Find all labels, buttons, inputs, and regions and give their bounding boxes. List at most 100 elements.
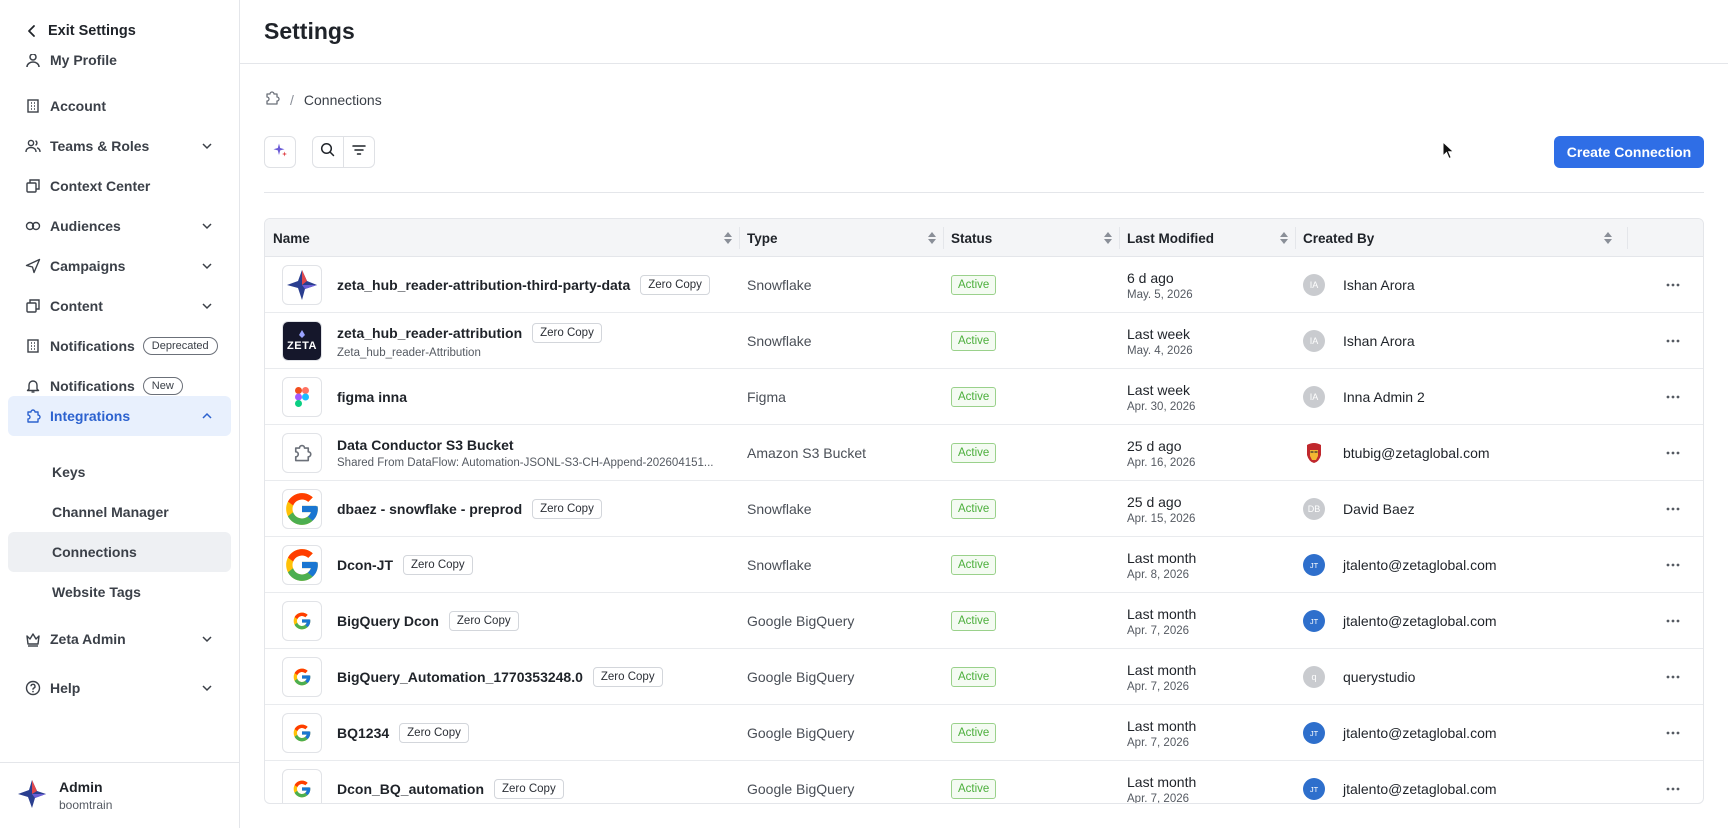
avatar: JT <box>1303 610 1325 632</box>
sort-icon <box>1280 232 1288 244</box>
created-by-cell: IA Ishan Arora <box>1303 257 1415 313</box>
connection-description: Shared From DataFlow: Automation-JSONL-S… <box>337 457 714 469</box>
connection-type: Figma <box>747 389 786 405</box>
connection-type: Snowflake <box>747 501 812 517</box>
filter-button[interactable] <box>344 137 374 167</box>
sort-icon <box>928 232 936 244</box>
exit-settings-button[interactable]: Exit Settings <box>22 20 136 42</box>
last-modified-date: Apr. 30, 2026 <box>1127 400 1196 413</box>
sidebar-subitem-website-tags[interactable]: Website Tags <box>8 572 231 612</box>
sidebar-subitem-channel-manager[interactable]: Channel Manager <box>8 492 231 532</box>
created-by-cell: JT jtalento@zetaglobal.com <box>1303 593 1497 649</box>
zero-copy-badge: Zero Copy <box>640 275 710 295</box>
more-options-icon[interactable] <box>1661 611 1685 631</box>
status-badge: Active <box>951 331 997 351</box>
column-header-label: Name <box>273 230 310 246</box>
connection-name[interactable]: Data Conductor S3 Bucket <box>337 437 514 453</box>
zero-copy-badge: Zero Copy <box>592 667 663 687</box>
sidebar-item-context-center[interactable]: Context Center <box>8 166 231 206</box>
connections-table: Name Type Status Last Modified Created B… <box>264 218 1704 804</box>
bell-icon <box>24 377 42 395</box>
zero-copy-badge: Zero Copy <box>448 611 519 631</box>
more-options-icon[interactable] <box>1661 331 1685 351</box>
status-cell: Active <box>951 313 997 369</box>
last-modified-cell: Last week May. 4, 2026 <box>1127 313 1193 369</box>
sort-icon <box>1604 232 1612 244</box>
context-icon <box>24 177 42 195</box>
zero-copy-badge: Zero Copy <box>399 723 469 743</box>
sidebar-item-help[interactable]: Help <box>8 668 231 708</box>
column-header-label: Status <box>951 230 993 246</box>
sidebar-subitem-keys[interactable]: Keys <box>8 452 231 492</box>
table-row[interactable]: dbaez - snowflake - preprod Zero Copy Snow… <box>265 481 1703 537</box>
zero-copy-badge: Zero Copy <box>403 555 473 575</box>
connection-name[interactable]: zeta_hub_reader-attribution-third-party-… <box>337 277 630 293</box>
column-header-last-modified[interactable]: Last Modified <box>1127 219 1297 257</box>
connection-name-cell: BigQuery_Automation_1770353248.0 Zero Cop… <box>337 649 663 705</box>
table-row[interactable]: ZETA zeta_hub_reader-attribution Zero Copy… <box>265 313 1703 369</box>
profile-name: Admin <box>59 779 103 795</box>
connection-name[interactable]: BigQuery_Automation_1770353248.0 <box>337 669 583 685</box>
created-by-cell: JT jtalento@zetaglobal.com <box>1303 705 1497 761</box>
column-header-status[interactable]: Status <box>951 219 1121 257</box>
table-row[interactable]: zeta_hub_reader-attribution-third-party-… <box>265 257 1703 313</box>
column-header-type[interactable]: Type <box>747 219 945 257</box>
connection-name[interactable]: BigQuery Dcon <box>337 613 439 629</box>
creator-name: Ishan Arora <box>1343 333 1415 349</box>
sparkle-icon <box>272 142 288 163</box>
sidebar-item-campaigns[interactable]: Campaigns <box>8 246 231 286</box>
user-profile[interactable]: Admin boomtrain <box>0 762 239 828</box>
table-row[interactable]: BQ1234 Zero Copy Google BigQuery Active Last… <box>265 705 1703 761</box>
table-row[interactable]: Dcon_BQ_automation Zero Copy Google BigQue… <box>265 761 1703 803</box>
column-header-created-by[interactable]: Created By <box>1303 219 1621 257</box>
more-options-icon[interactable] <box>1661 275 1685 295</box>
connection-name-cell: zeta_hub_reader-attribution-third-party-… <box>337 257 710 313</box>
sidebar-nav[interactable]: My Profile Account Teams & Roles Context… <box>0 54 239 760</box>
connection-name[interactable]: dbaez - snowflake - preprod <box>337 501 522 517</box>
more-options-icon[interactable] <box>1661 499 1685 519</box>
more-options-icon[interactable] <box>1661 555 1685 575</box>
crown-icon <box>24 630 42 648</box>
ai-sparkle-button[interactable] <box>264 136 296 168</box>
page-header: Settings <box>240 0 1728 64</box>
last-modified-relative: Last month <box>1127 661 1197 678</box>
create-connection-button[interactable]: Create Connection <box>1554 136 1704 168</box>
sidebar-item-my-profile[interactable]: My Profile <box>8 54 231 80</box>
status-cell: Active <box>951 537 997 593</box>
column-header-name[interactable]: Name <box>273 219 741 257</box>
table-row[interactable]: Dcon-JT Zero Copy Snowflake Active Last mont… <box>265 537 1703 593</box>
breadcrumb-separator: / <box>290 91 294 108</box>
connection-name[interactable]: Dcon_BQ_automation <box>337 781 484 797</box>
more-options-icon[interactable] <box>1661 667 1685 687</box>
last-modified-relative: 6 d ago <box>1127 269 1174 286</box>
sidebar-item-content[interactable]: Content <box>8 286 231 326</box>
sidebar-item-account[interactable]: Account <box>8 86 231 126</box>
table-row[interactable]: BigQuery_Automation_1770353248.0 Zero Cop… <box>265 649 1703 705</box>
sidebar-item-audiences[interactable]: Audiences <box>8 206 231 246</box>
connection-name[interactable]: zeta_hub_reader-attribution <box>337 325 522 341</box>
more-options-icon[interactable] <box>1661 443 1685 463</box>
status-badge: Active <box>951 387 997 407</box>
last-modified-relative: Last month <box>1127 605 1197 622</box>
search-button[interactable] <box>313 137 344 167</box>
avatar: IA <box>1303 386 1325 408</box>
more-options-icon[interactable] <box>1661 779 1685 799</box>
last-modified-date: Apr. 7, 2026 <box>1127 736 1190 749</box>
table-row[interactable]: figma inna Figma Active Last week Apr. 30, 2… <box>265 369 1703 425</box>
sidebar-subitem-connections[interactable]: Connections <box>8 532 231 572</box>
sidebar-item-integrations[interactable]: Integrations <box>8 396 231 436</box>
puzzle-icon <box>24 407 42 425</box>
avatar: JT <box>1303 778 1325 800</box>
sidebar-item-label: Context Center <box>50 178 151 194</box>
connection-name[interactable]: BQ1234 <box>337 725 389 741</box>
puzzle-icon[interactable] <box>264 90 280 109</box>
connection-name[interactable]: Dcon-JT <box>337 557 393 573</box>
table-row[interactable]: Data Conductor S3 Bucket Shared From Data… <box>265 425 1703 481</box>
sidebar-item-zeta-admin[interactable]: Zeta Admin <box>8 619 231 659</box>
connection-name[interactable]: figma inna <box>337 389 407 405</box>
more-options-icon[interactable] <box>1661 723 1685 743</box>
sidebar-item-teams-roles[interactable]: Teams & Roles <box>8 126 231 166</box>
table-row[interactable]: BigQuery Dcon Zero Copy Google BigQuery Act… <box>265 593 1703 649</box>
more-options-icon[interactable] <box>1661 387 1685 407</box>
sidebar-item-notifications-deprecated[interactable]: Notifications Deprecated <box>8 326 231 366</box>
